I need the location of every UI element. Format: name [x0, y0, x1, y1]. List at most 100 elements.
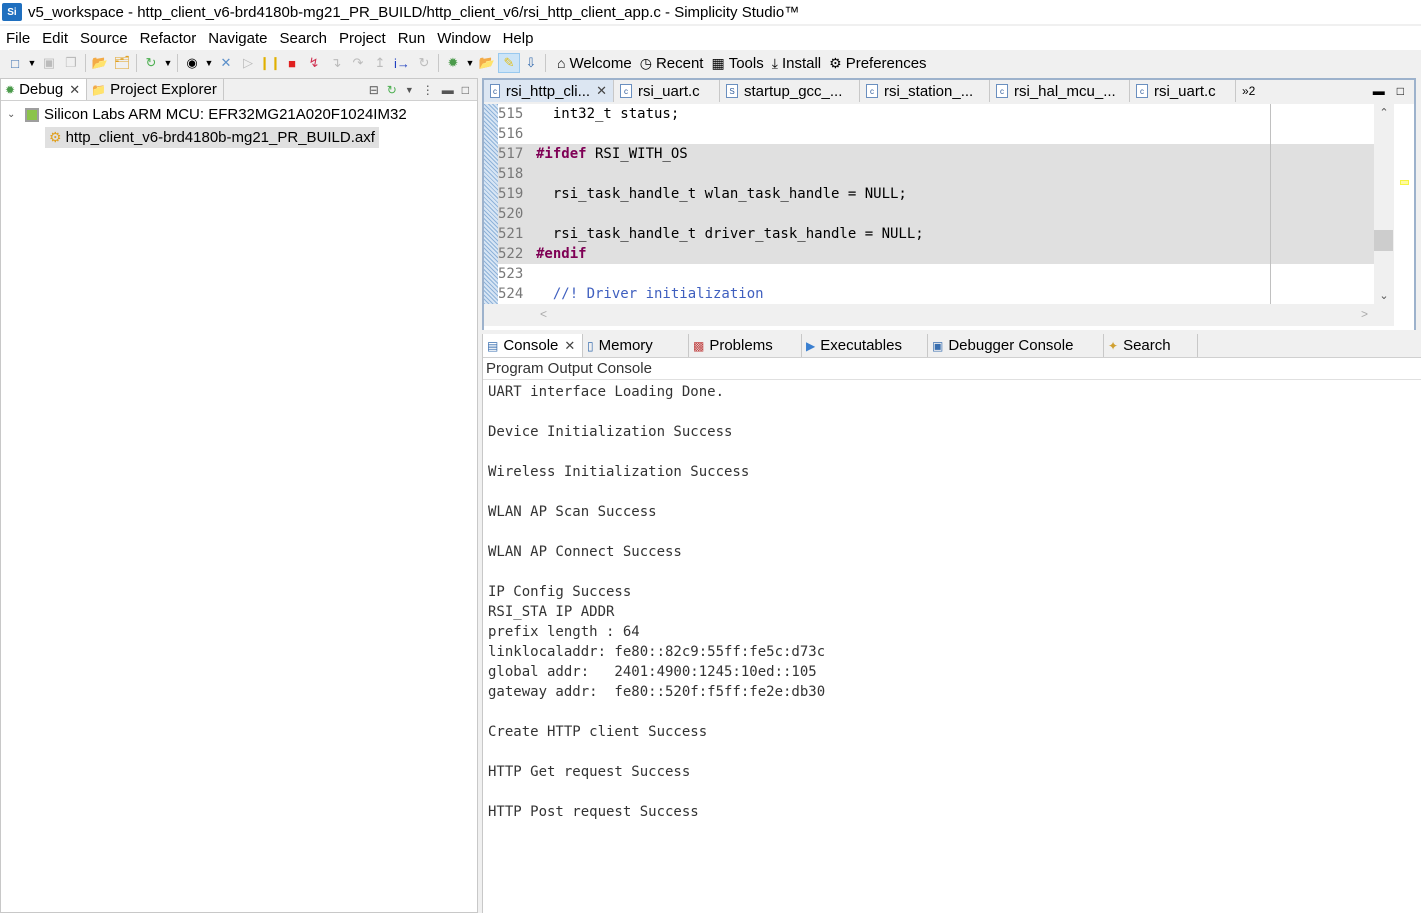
suspend-icon[interactable]: ❙❙ — [259, 53, 281, 73]
editor-tab[interactable]: c rsi_station_... — [860, 80, 990, 102]
tab-debugger-console[interactable]: ▣ Debugger Console — [928, 334, 1104, 357]
c-file-icon: c — [1136, 84, 1148, 98]
maximize-icon[interactable]: □ — [1397, 84, 1404, 98]
menu-file[interactable]: File — [0, 30, 36, 47]
resume-icon[interactable]: ▷ — [237, 53, 259, 73]
preferences-button[interactable]: ⚙ Preferences — [829, 55, 926, 72]
tab-project-explorer[interactable]: 📁 Project Explorer — [87, 79, 224, 100]
tab-search[interactable]: ✦ Search — [1104, 334, 1198, 357]
console-view: ▤ Console ✕ ▯ Memory ▩ Problems ▶ Execut… — [482, 334, 1421, 913]
menu-run[interactable]: Run — [392, 30, 432, 47]
debug-dropdown-icon[interactable]: ▼ — [464, 58, 476, 68]
save-all-icon[interactable]: ❐ — [60, 53, 82, 73]
camera-icon[interactable]: ◉ — [181, 53, 203, 73]
open-project-icon[interactable]: 🗂 — [111, 53, 133, 73]
code-text: rsi_task_handle_t wlan_task_handle = NUL… — [536, 186, 907, 202]
instruction-step-icon[interactable]: i→ — [391, 53, 413, 73]
overview-marker[interactable] — [1400, 180, 1409, 185]
reset-icon[interactable]: ↻ — [413, 53, 435, 73]
save-icon[interactable]: ▣ — [38, 53, 60, 73]
code-text: rsi_task_handle_t driver_task_handle = N… — [536, 226, 924, 242]
console-line: linklocaladdr: fe80::82c9:55ff:fe5c:d73c — [488, 644, 826, 660]
window-title: v5_workspace - http_client_v6-brd4180b-m… — [28, 3, 800, 21]
close-icon[interactable]: ✕ — [564, 338, 575, 354]
minimize-icon[interactable]: ▬ — [442, 83, 454, 97]
close-icon[interactable]: ✕ — [596, 83, 607, 99]
menu-project[interactable]: Project — [333, 30, 392, 47]
tree-item-mcu[interactable]: ⌄ Silicon Labs ARM MCU: EFR32MG21A020F10… — [1, 103, 477, 126]
editor-horizontal-scrollbar[interactable]: < > — [484, 304, 1394, 326]
problems-icon: ▩ — [693, 338, 705, 353]
s-file-icon: S — [726, 84, 738, 98]
close-icon[interactable]: ✕ — [69, 82, 80, 98]
tab-problems[interactable]: ▩ Problems — [689, 334, 802, 357]
step-into-icon[interactable]: ↴ — [325, 53, 347, 73]
c-file-icon: c — [866, 84, 878, 98]
relaunch-icon[interactable]: ↻ — [387, 83, 397, 97]
step-return-icon[interactable]: ↥ — [369, 53, 391, 73]
menu-window[interactable]: Window — [431, 30, 496, 47]
new-file-icon[interactable]: □ — [4, 53, 26, 73]
menu-navigate[interactable]: Navigate — [202, 30, 273, 47]
editor-tab[interactable]: c rsi_uart.c — [1130, 80, 1236, 102]
menu-search[interactable]: Search — [273, 30, 333, 47]
maximize-icon[interactable]: □ — [462, 83, 469, 97]
console-line: prefix length : 64 — [488, 624, 640, 640]
console-output[interactable]: UART interface Loading Done. Device Initi… — [483, 380, 1421, 822]
relaunch-dropdown-icon[interactable]: ▼ — [405, 85, 414, 95]
tree-item-axf[interactable]: ⚙ http_client_v6-brd4180b-mg21_PR_BUILD.… — [1, 126, 477, 149]
code-area[interactable]: 515 int32_t status; 516 517 #ifdef RSI_WI… — [498, 104, 1374, 304]
minimize-icon[interactable]: ▬ — [1373, 84, 1385, 98]
scroll-left-icon[interactable]: < — [540, 307, 547, 321]
debug-icon[interactable]: ✹ — [442, 53, 464, 73]
install-button[interactable]: ⤓ Install — [772, 55, 821, 72]
menu-edit[interactable]: Edit — [36, 30, 74, 47]
restart-icon[interactable]: ↻ — [140, 53, 162, 73]
welcome-button[interactable]: ⌂ Welcome — [557, 55, 632, 72]
restart-dropdown-icon[interactable]: ▼ — [162, 58, 174, 68]
menu-source[interactable]: Source — [74, 30, 134, 47]
chip-icon — [25, 107, 39, 122]
scroll-thumb[interactable] — [1374, 230, 1393, 251]
tab-debug[interactable]: ✹ Debug ✕ — [1, 79, 88, 100]
camera-dropdown-icon[interactable]: ▼ — [203, 58, 215, 68]
highlight-icon[interactable]: ✎ — [498, 53, 520, 73]
view-menu-icon[interactable]: ⋮ — [422, 83, 434, 97]
tab-overflow-button[interactable]: »2 — [1236, 80, 1261, 102]
chevron-down-icon[interactable]: ⌄ — [7, 109, 21, 120]
tab-executables[interactable]: ▶ Executables — [802, 334, 928, 357]
scroll-up-icon[interactable]: ⌃ — [1374, 106, 1394, 119]
editor-tab[interactable]: S startup_gcc_... — [720, 80, 860, 102]
new-dropdown-icon[interactable]: ▼ — [26, 58, 38, 68]
editor-vertical-scrollbar[interactable]: ⌃ ⌄ — [1374, 104, 1394, 304]
disconnect-icon[interactable]: ↯ — [303, 53, 325, 73]
console-tabs: ▤ Console ✕ ▯ Memory ▩ Problems ▶ Execut… — [483, 334, 1421, 358]
editor-tab[interactable]: c rsi_http_cli... ✕ — [484, 80, 614, 102]
flash-icon[interactable]: ⇩ — [520, 53, 542, 73]
gear-icon: ⚙ — [829, 54, 842, 71]
skip-breakpoints-icon[interactable]: ✕ — [215, 53, 237, 73]
recent-button[interactable]: ◷ Recent — [640, 55, 704, 72]
preprocessor-keyword: #ifdef — [536, 146, 587, 162]
collapse-all-icon[interactable]: ⊟ — [369, 83, 379, 97]
tab-console[interactable]: ▤ Console ✕ — [483, 334, 583, 357]
step-over-icon[interactable]: ↷ — [347, 53, 369, 73]
editor-tools: ▬ □ — [1373, 80, 1404, 102]
menu-refactor[interactable]: Refactor — [134, 30, 203, 47]
scroll-down-icon[interactable]: ⌄ — [1374, 289, 1394, 302]
tools-button[interactable]: ▦ Tools — [711, 55, 763, 72]
editor-tab[interactable]: c rsi_uart.c — [614, 80, 720, 102]
menu-help[interactable]: Help — [497, 30, 540, 47]
open-folder-icon[interactable]: 📂 — [89, 53, 111, 73]
terminate-icon[interactable]: ■ — [281, 53, 303, 73]
tab-memory[interactable]: ▯ Memory — [583, 334, 689, 357]
debug-tree: ⌄ Silicon Labs ARM MCU: EFR32MG21A020F10… — [1, 101, 477, 149]
scroll-right-icon[interactable]: > — [1361, 307, 1368, 321]
open-task-icon[interactable]: 📂 — [476, 53, 498, 73]
editor-tab[interactable]: c rsi_hal_mcu_... — [990, 80, 1130, 102]
line-number: 517 — [498, 146, 524, 162]
